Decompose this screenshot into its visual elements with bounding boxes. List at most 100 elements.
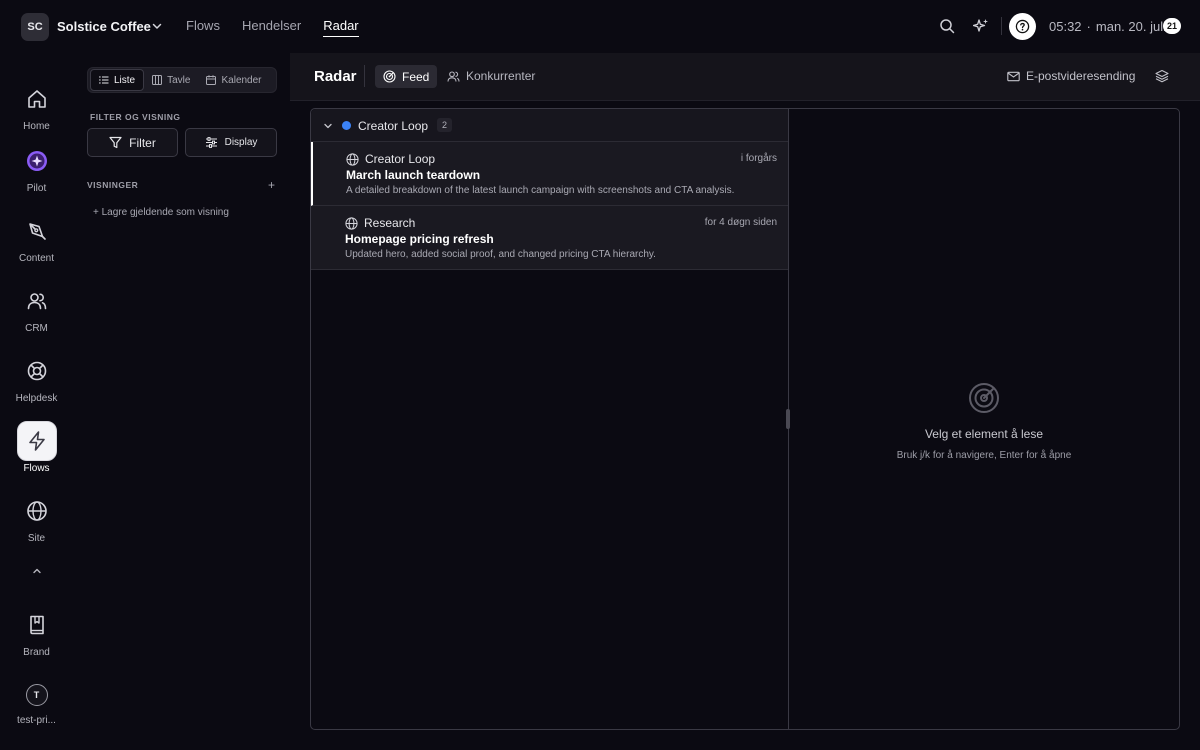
view-tab-kalender[interactable]: Kalender xyxy=(198,69,269,91)
view-switcher: Liste Tavle Kalender xyxy=(87,67,277,93)
calendar-icon xyxy=(206,75,217,85)
display-button-label: Display xyxy=(224,137,258,148)
rail-item-user[interactable]: T test-pri... xyxy=(0,684,73,726)
rail-label-brand: Brand xyxy=(23,647,50,658)
pane-resize-handle[interactable] xyxy=(786,409,790,429)
board-icon xyxy=(152,75,163,85)
row-source: Creator Loop xyxy=(346,152,435,166)
view-tab-tavle-label: Tavle xyxy=(167,74,191,86)
rail-label-flows: Flows xyxy=(23,463,50,474)
view-tab-liste[interactable]: Liste xyxy=(90,69,145,91)
page-title: Radar xyxy=(314,68,357,85)
feed-row[interactable]: Creator Loop i forgårs March launch tear… xyxy=(311,142,788,206)
radar-icon xyxy=(383,70,396,83)
rail-item-flows[interactable]: Flows xyxy=(0,421,73,474)
clock: 05:32 · man. 20. juli xyxy=(1049,19,1166,34)
rail-item-crm[interactable]: CRM xyxy=(0,281,73,334)
rail-item-site[interactable]: Site xyxy=(0,491,73,544)
row-title: Homepage pricing refresh xyxy=(345,232,494,246)
sparkle-icon[interactable] xyxy=(973,18,989,34)
save-view-link[interactable]: + Lagre gjeldende som visning xyxy=(93,207,229,218)
add-view-button[interactable]: + xyxy=(268,178,275,192)
group-header[interactable]: Creator Loop 2 xyxy=(311,109,788,142)
chevron-down-icon[interactable] xyxy=(151,20,163,32)
globe-icon xyxy=(346,152,359,166)
filter-section-heading: FILTER OG VISNING xyxy=(90,112,181,122)
book-icon xyxy=(17,605,57,645)
clock-separator: · xyxy=(1086,19,1091,34)
rail-label-user: test-pri... xyxy=(17,715,56,726)
list-icon xyxy=(99,76,109,84)
topnav-flows[interactable]: Flows xyxy=(186,18,220,37)
topnav-radar[interactable]: Radar xyxy=(323,18,359,37)
pilot-icon xyxy=(17,141,57,181)
rail-label-home: Home xyxy=(23,121,50,132)
row-description: Updated hero, added social proof, and ch… xyxy=(345,249,656,260)
view-tab-tavle[interactable]: Tavle xyxy=(144,69,198,91)
clock-time: 05:32 xyxy=(1049,19,1082,34)
email-forwarding-button[interactable]: E-postvideresending xyxy=(1007,69,1135,83)
users-icon xyxy=(17,281,57,321)
rail-label-content: Content xyxy=(18,253,55,264)
workspace-avatar[interactable]: SC xyxy=(21,13,49,41)
top-bar: SC Solstice Coffee Flows Hendelser Radar… xyxy=(0,0,1200,53)
home-icon xyxy=(17,79,57,119)
filter-button[interactable]: Filter xyxy=(87,128,178,157)
view-tab-kalender-label: Kalender xyxy=(221,74,262,86)
row-source-label: Research xyxy=(364,216,416,230)
reader-empty-title: Velg et element å lese xyxy=(924,427,1044,441)
row-source: Research xyxy=(345,216,415,230)
rail-label-crm: CRM xyxy=(25,323,48,334)
top-nav: Flows Hendelser Radar xyxy=(186,18,359,37)
sliders-icon xyxy=(205,137,217,148)
workspace-name[interactable]: Solstice Coffee xyxy=(57,19,151,34)
chevron-down-icon[interactable] xyxy=(323,121,333,131)
rail-item-brand[interactable]: Brand xyxy=(0,605,73,658)
tab-konkurrenter-label: Konkurrenter xyxy=(466,69,536,83)
mail-icon xyxy=(1007,71,1020,81)
rail-item-pilot[interactable]: Pilot xyxy=(0,141,73,194)
filter-button-label: Filter xyxy=(129,135,156,150)
pen-icon xyxy=(17,211,57,251)
help-button[interactable] xyxy=(1009,13,1036,40)
users-icon xyxy=(447,70,460,82)
bolt-icon xyxy=(16,421,57,461)
lifebuoy-icon xyxy=(17,351,57,391)
group-color-dot xyxy=(342,121,351,130)
filter-icon xyxy=(109,136,122,149)
display-button[interactable]: Display xyxy=(185,128,277,157)
rail-collapse-toggle[interactable] xyxy=(0,565,73,577)
row-timestamp: i forgårs xyxy=(740,153,777,164)
feed-list-pane: Creator Loop 2 Creator Loop i forgårs Ma… xyxy=(310,108,789,730)
reader-empty-hint: Bruk j/k for å navigere, Enter for å åpn… xyxy=(896,450,1072,461)
rail-label-site: Site xyxy=(27,533,46,544)
rail-label-pilot: Pilot xyxy=(26,183,47,194)
radar-icon xyxy=(968,382,1000,414)
rail-item-home[interactable]: Home xyxy=(0,79,73,132)
reader-empty-state: Velg et element å lese Bruk j/k for å na… xyxy=(789,382,1179,461)
search-icon[interactable] xyxy=(939,18,955,34)
feed-row[interactable]: Research for 4 døgn siden Homepage prici… xyxy=(311,206,788,270)
rail-item-helpdesk[interactable]: Helpdesk xyxy=(0,351,73,404)
rail-label-helpdesk: Helpdesk xyxy=(15,393,58,404)
left-rail: Home Pilot Content CRM Helpdesk Flows Si… xyxy=(0,53,73,750)
globe-icon xyxy=(345,216,358,230)
calendar-day-badge[interactable]: 21 xyxy=(1163,18,1181,34)
tab-konkurrenter[interactable]: Konkurrenter xyxy=(447,69,535,83)
group-count-badge: 2 xyxy=(437,118,453,132)
row-source-label: Creator Loop xyxy=(365,152,436,166)
row-description: A detailed breakdown of the latest launc… xyxy=(346,185,735,196)
tab-feed[interactable]: Feed xyxy=(375,65,438,88)
rail-item-content[interactable]: Content xyxy=(0,211,73,264)
reader-pane: Velg et element å lese Bruk j/k for å na… xyxy=(788,108,1180,730)
topnav-hendelser[interactable]: Hendelser xyxy=(242,18,301,37)
header-divider xyxy=(364,65,365,87)
help-icon xyxy=(1015,19,1030,34)
views-section-heading: VISNINGER xyxy=(87,180,139,190)
email-forwarding-label: E-postvideresending xyxy=(1026,69,1136,83)
tab-feed-label: Feed xyxy=(402,69,430,84)
group-name: Creator Loop xyxy=(358,119,429,133)
chevron-up-icon xyxy=(31,565,43,577)
layers-icon[interactable] xyxy=(1155,69,1169,83)
clock-date: man. 20. juli xyxy=(1095,19,1166,34)
